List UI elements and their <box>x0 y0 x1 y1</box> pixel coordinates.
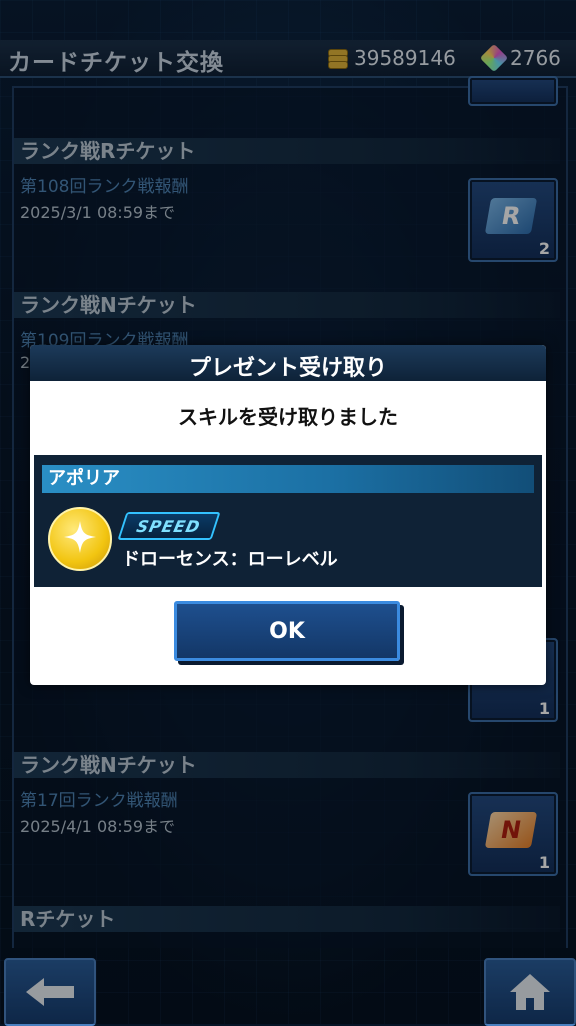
dialog-message: スキルを受け取りました <box>178 405 398 429</box>
reward-panel: アポリア SPEED ドローセンス：ローレベル <box>34 455 542 587</box>
ok-button[interactable]: OK <box>174 601 400 661</box>
speed-skill-badge: SPEED <box>117 512 221 540</box>
present-received-dialog: プレゼント受け取り スキルを受け取りました アポリア SPEED ドローセンス：… <box>30 345 546 685</box>
dialog-titlebar: プレゼント受け取り <box>30 345 546 381</box>
skill-name: ドローセンス：ローレベル <box>122 549 338 570</box>
sparkle-icon <box>64 521 96 553</box>
dialog-title: プレゼント受け取り <box>188 356 387 381</box>
character-name: アポリア <box>42 465 534 493</box>
skill-type: SPEED <box>135 516 203 536</box>
skill-icon <box>48 507 112 571</box>
